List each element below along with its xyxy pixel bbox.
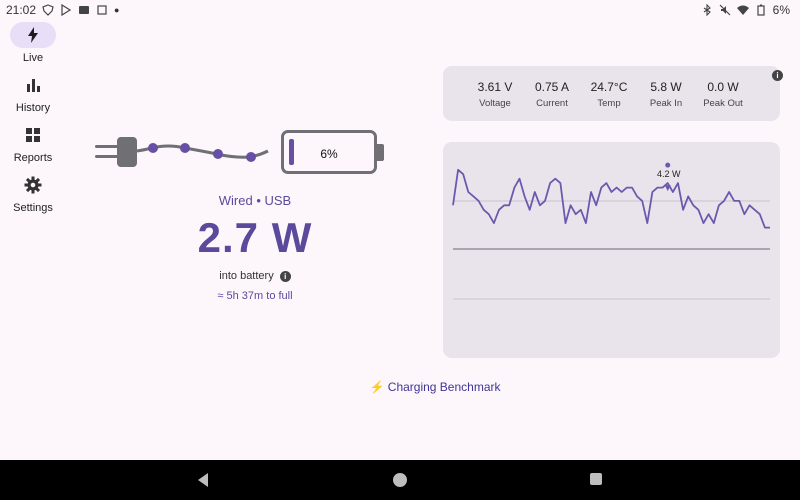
nav-item-label: Live bbox=[22, 52, 44, 64]
stat-label: Voltage bbox=[479, 98, 511, 109]
cable-dot bbox=[213, 149, 223, 159]
status-bar: 21:02 ● 6% bbox=[0, 0, 800, 22]
power-caption-row: into battery i bbox=[190, 270, 320, 282]
plug-prong-icon bbox=[95, 145, 120, 148]
stat-temp: 24.7°C Temp bbox=[579, 80, 639, 109]
nav-item-live[interactable]: Live bbox=[0, 22, 66, 64]
battery-cap bbox=[377, 144, 384, 161]
shield-icon bbox=[42, 4, 54, 16]
nav-item-history[interactable]: History bbox=[0, 72, 66, 114]
stat-value: 0.0 W bbox=[707, 80, 739, 94]
back-icon[interactable] bbox=[196, 472, 210, 488]
battery-percent-label: 6% bbox=[320, 147, 338, 161]
bolt-icon bbox=[28, 27, 38, 43]
stat-current: 0.75 A Current bbox=[522, 80, 582, 109]
notification-dot-icon: ● bbox=[114, 5, 120, 15]
stat-value: 5.8 W bbox=[650, 80, 682, 94]
cable-dot bbox=[148, 143, 158, 153]
charging-source: Wired • USB bbox=[218, 193, 292, 208]
nav-item-reports[interactable]: Reports bbox=[0, 122, 66, 164]
stat-voltage: 3.61 V Voltage bbox=[465, 80, 525, 109]
stats-info-icon[interactable]: i bbox=[772, 70, 783, 81]
power-caption: into battery bbox=[219, 270, 274, 282]
nav-item-label: Settings bbox=[13, 202, 53, 214]
play-store-icon bbox=[61, 4, 72, 16]
clock: 21:02 bbox=[6, 3, 37, 17]
bar-chart-icon bbox=[27, 79, 40, 92]
series-line bbox=[452, 168, 770, 229]
plug-prong-icon bbox=[95, 155, 120, 158]
bluetooth-icon bbox=[703, 4, 711, 16]
system-navigation-bar bbox=[0, 460, 800, 500]
stat-label: Current bbox=[536, 98, 568, 109]
power-chart-card: 4.2 W bbox=[443, 142, 780, 358]
window-icon bbox=[97, 5, 107, 15]
stat-label: Peak In bbox=[649, 98, 683, 109]
stat-peak-out: 0.0 W Peak Out bbox=[693, 80, 753, 109]
grid-icon bbox=[26, 128, 40, 142]
gear-icon bbox=[24, 176, 42, 194]
stat-value: 3.61 V bbox=[477, 80, 513, 94]
mail-icon bbox=[79, 6, 90, 14]
peak-marker bbox=[665, 162, 671, 168]
recents-icon[interactable] bbox=[589, 472, 603, 486]
nav-item-label: Reports bbox=[13, 152, 53, 164]
nav-item-label: History bbox=[15, 102, 51, 114]
nav-item-live-indicator bbox=[10, 22, 56, 48]
stat-peak-in: 5.8 W Peak In bbox=[636, 80, 696, 109]
wifi-icon bbox=[736, 5, 749, 15]
stats-card: 3.61 V Voltage 0.75 A Current 24.7°C Tem… bbox=[443, 66, 783, 121]
home-icon[interactable] bbox=[392, 472, 408, 488]
info-icon[interactable]: i bbox=[279, 270, 291, 282]
stat-value: 24.7°C bbox=[590, 80, 628, 94]
battery-status-icon bbox=[757, 4, 765, 16]
cable-dot bbox=[180, 143, 190, 153]
stat-value: 0.75 A bbox=[534, 80, 570, 94]
charging-benchmark-link[interactable]: ⚡ Charging Benchmark bbox=[360, 380, 510, 394]
power-chart: 4.2 W bbox=[452, 162, 770, 300]
plug-icon bbox=[117, 137, 137, 167]
battery-indicator: 6% bbox=[281, 130, 377, 174]
peak-label: 4.2 W bbox=[657, 169, 681, 179]
stat-label: Temp bbox=[597, 98, 621, 109]
stat-label: Peak Out bbox=[703, 98, 743, 109]
cable-dot bbox=[246, 152, 256, 162]
charging-power: 2.7 W bbox=[197, 214, 313, 261]
battery-percent-status: 6% bbox=[772, 3, 790, 17]
mute-icon bbox=[719, 4, 731, 16]
nav-item-settings[interactable]: Settings bbox=[0, 172, 66, 214]
plug-cable-illustration bbox=[95, 137, 269, 167]
time-to-full: ≈ 5h 37m to full bbox=[217, 290, 293, 302]
